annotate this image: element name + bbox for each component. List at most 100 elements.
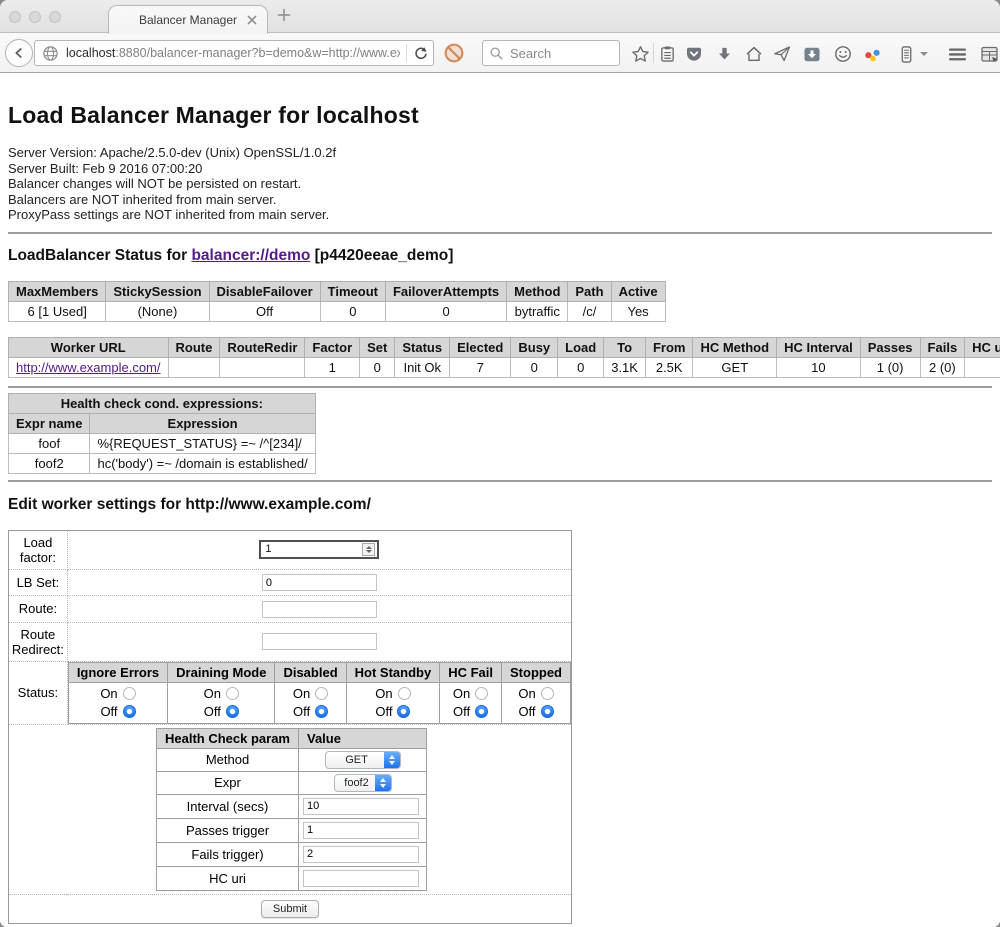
radio-ignore-errors-off[interactable]: [123, 705, 136, 718]
back-button[interactable]: [5, 39, 33, 67]
radio-stopped-off[interactable]: [541, 705, 554, 718]
device-preview-button[interactable]: [896, 44, 916, 64]
reading-list-button[interactable]: [657, 44, 677, 64]
hc-passes-label: Passes trigger: [157, 818, 299, 842]
star-icon: [631, 45, 650, 64]
off-label: Off: [453, 704, 470, 719]
hc-passes-input[interactable]: [303, 822, 419, 839]
color-dots-icon: [863, 45, 882, 64]
number-spinner-icon[interactable]: [362, 543, 375, 556]
zoom-window-button[interactable]: [49, 11, 61, 23]
radio-hot-standby-on[interactable]: [398, 687, 411, 700]
balancer-status-table: MaxMembers StickySession DisableFailover…: [8, 281, 666, 322]
device-dropdown-button[interactable]: [914, 44, 934, 64]
data-cell: 7: [450, 357, 511, 377]
tab-close-icon[interactable]: [246, 14, 258, 26]
load-factor-label: Load factor:: [9, 530, 68, 569]
url-bar[interactable]: localhost:8880/balancer-manager?b=demo&w…: [34, 40, 434, 66]
pocket-button[interactable]: [684, 44, 704, 64]
worker-url-link[interactable]: http://www.example.com/: [16, 360, 161, 375]
status-col-stopped: Stopped: [502, 662, 571, 682]
form-row-lb-set: LB Set:: [9, 569, 572, 596]
new-tab-button[interactable]: [277, 8, 295, 26]
hc-interval-input[interactable]: [303, 798, 419, 815]
send-button[interactable]: [772, 44, 792, 64]
home-icon: [745, 45, 763, 63]
table-header-row: Expr name Expression: [9, 413, 316, 433]
search-input[interactable]: [510, 46, 610, 61]
select-stepper-icon: [384, 751, 400, 769]
hc-value-header: Value: [299, 728, 427, 748]
radio-ignore-errors-on[interactable]: [123, 687, 136, 700]
submit-button[interactable]: Submit: [261, 900, 319, 918]
header-cell: Worker URL: [9, 337, 169, 357]
expr-name-cell: foof2: [9, 453, 90, 473]
feedback-button[interactable]: [833, 44, 853, 64]
off-label: Off: [100, 704, 117, 719]
url-domain: localhost: [66, 46, 115, 60]
hc-method-select[interactable]: GET: [325, 751, 401, 769]
balancer-inherit-line: Balancers are NOT inherited from main se…: [8, 192, 992, 208]
radio-hc-fail-on[interactable]: [475, 687, 488, 700]
frame-download-button[interactable]: [802, 44, 822, 64]
status-col-disabled: Disabled: [275, 662, 346, 682]
radio-hot-standby-off[interactable]: [397, 705, 410, 718]
section-divider: [8, 386, 992, 388]
header-cell: MaxMembers: [9, 281, 106, 301]
tab-balancer-manager[interactable]: Balancer Manager: [108, 5, 268, 34]
hc-uri-input[interactable]: [303, 870, 419, 887]
balancer-demo-link[interactable]: balancer://demo: [191, 247, 310, 264]
table-header-row: Worker URL Route RouteRedir Factor Set S…: [9, 337, 1000, 357]
download-arrow-icon: [716, 46, 733, 63]
status-options-table: Ignore Errors Draining Mode Disabled Hot…: [68, 662, 571, 724]
bookmark-star-button[interactable]: [630, 44, 650, 64]
route-input[interactable]: [262, 601, 377, 618]
radio-draining-mode-on[interactable]: [226, 687, 239, 700]
route-redirect-input[interactable]: [262, 633, 377, 650]
search-icon: [489, 46, 504, 61]
home-button[interactable]: [744, 44, 764, 64]
lb-set-input[interactable]: [262, 574, 377, 591]
expr-value-cell: hc('body') =~ /domain is established/: [90, 453, 315, 473]
header-cell: DisableFailover: [209, 281, 320, 301]
radio-hc-fail-off[interactable]: [475, 705, 488, 718]
form-row-route-redirect: Route Redirect:: [9, 622, 572, 661]
menu-button[interactable]: [947, 44, 967, 64]
data-cell: 0: [558, 357, 604, 377]
radio-stopped-on[interactable]: [541, 687, 554, 700]
downloads-button[interactable]: [714, 44, 734, 64]
minimize-window-button[interactable]: [29, 11, 41, 23]
header-cell: Timeout: [320, 281, 385, 301]
header-cell: From: [645, 337, 693, 357]
tab-title: Balancer Manager: [139, 13, 237, 27]
header-cell: HC Method: [693, 337, 777, 357]
square-download-icon: [803, 46, 821, 63]
site-identity-globe-icon[interactable]: [42, 45, 59, 62]
hc-expr-select[interactable]: foof2: [334, 774, 392, 792]
theme-dots-button[interactable]: [862, 44, 882, 64]
data-cell: Yes: [611, 301, 665, 321]
section-divider: [8, 480, 992, 482]
expr-value-cell: %{REQUEST_STATUS} =~ /^[234]/: [90, 433, 315, 453]
data-cell: 3.1K: [604, 357, 646, 377]
close-window-button[interactable]: [9, 11, 21, 23]
content-blocked-button[interactable]: [443, 42, 465, 64]
search-box[interactable]: [482, 40, 620, 66]
radio-disabled-on[interactable]: [315, 687, 328, 700]
hc-fails-input[interactable]: [303, 846, 419, 863]
bookmarks-panel-button[interactable]: [979, 44, 999, 64]
data-cell: 6 [1 Used]: [9, 301, 106, 321]
on-label: On: [293, 686, 310, 701]
toolbar-separator: [653, 43, 654, 63]
paper-plane-icon: [773, 45, 791, 63]
hc-row-expr: Expr foof2: [157, 771, 427, 794]
header-cell: Elected: [450, 337, 511, 357]
reload-button[interactable]: [413, 45, 429, 61]
data-cell: Off: [209, 301, 320, 321]
header-cell: Load: [558, 337, 604, 357]
status-col-draining-mode: Draining Mode: [168, 662, 275, 682]
radio-disabled-off[interactable]: [315, 705, 328, 718]
load-factor-input[interactable]: 1: [259, 540, 379, 559]
route-label: Route:: [9, 596, 68, 623]
radio-draining-mode-off[interactable]: [226, 705, 239, 718]
